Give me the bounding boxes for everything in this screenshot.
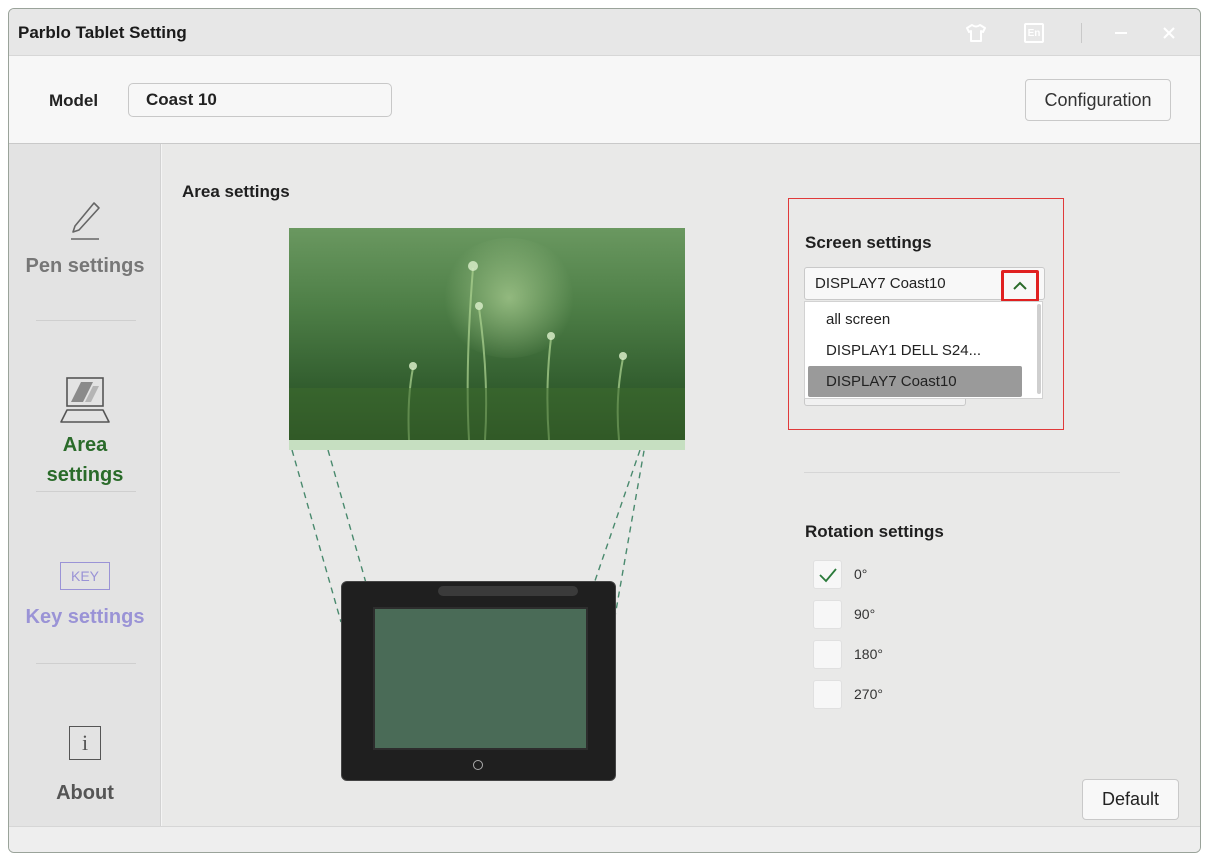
minimize-icon[interactable] [1109,21,1133,45]
screen-option-display1[interactable]: DISPLAY1 DELL S24... [808,335,1022,366]
close-icon[interactable] [1157,21,1181,45]
tablet-logo [473,760,483,770]
tablet-active-area [373,607,588,750]
key-icon: KEY [9,562,161,602]
window-title: Parblo Tablet Setting [18,23,187,42]
wallpaper-plants [289,261,685,440]
language-icon[interactable]: En [1022,21,1046,45]
model-label: Model [49,91,99,110]
rotation-option-270[interactable]: 270° [813,680,1013,710]
monitor-preview-image [289,228,685,450]
theme-shirt-icon[interactable] [964,21,988,45]
sidebar-divider [36,491,136,492]
rotation-option-180[interactable]: 180° [813,640,1013,670]
key-icon-text: KEY [60,562,110,590]
model-bar: Model Coast 10 Configuration [9,56,1200,144]
rotation-label: 180° [854,646,883,662]
area-settings-panel: Area settings Screen settings DISPLAY7 C… [162,144,1200,826]
sidebar-item-key-settings[interactable]: KEY Key settings [9,562,161,632]
sidebar-divider [36,663,136,664]
screen-settings-title: Screen settings [805,233,932,252]
rotation-label: 0° [854,566,868,582]
sidebar-item-pen-settings[interactable]: Pen settings [9,199,161,281]
title-bar: Parblo Tablet Setting En [9,9,1200,56]
info-icon-text: i [69,726,101,760]
sidebar-item-area-settings[interactable]: Area settings [9,372,161,490]
rotation-checkbox[interactable] [813,640,842,669]
rotation-label: 90° [854,606,876,622]
rotation-option-90[interactable]: 90° [813,600,1013,630]
screen-option-display7[interactable]: DISPLAY7 Coast10 [808,366,1022,397]
rotation-settings-title: Rotation settings [805,522,944,541]
status-bar [9,826,1200,852]
sidebar-item-label-line1: Area [62,434,108,456]
section-divider [804,472,1120,473]
tablet-preview-image [341,581,616,781]
sidebar: Pen settings Area settings KEY Key setti… [9,144,161,826]
screen-dropdown-list: all screen DISPLAY1 DELL S24... DISPLAY7… [804,301,1043,399]
screen-option-all[interactable]: all screen [808,304,1022,335]
sidebar-divider [36,320,136,321]
titlebar-separator [1081,23,1082,43]
rotation-label: 270° [854,686,883,702]
screen-select-value: DISPLAY7 Coast10 [815,275,946,292]
sidebar-item-label: Pen settings [25,255,145,277]
checkmark-icon [818,567,837,582]
dropdown-scrollbar[interactable] [1037,304,1041,394]
sidebar-item-label-line2: settings [46,464,124,486]
rotation-option-0[interactable]: 0° [813,560,1013,590]
language-badge: En [1024,23,1044,43]
default-button[interactable]: Default [1082,779,1179,820]
model-field[interactable]: Coast 10 [128,83,392,117]
configuration-button[interactable]: Configuration [1025,79,1171,121]
rotation-checkbox[interactable] [813,680,842,709]
sidebar-item-about[interactable]: i About [9,726,161,808]
area-icon [9,372,161,430]
sidebar-item-label: Key settings [25,606,145,628]
monitor-taskbar [289,440,685,450]
sidebar-item-label: About [56,782,114,804]
chevron-up-icon[interactable] [1001,270,1039,302]
app-window: Parblo Tablet Setting En Model Coast 10 … [8,8,1201,853]
tablet-pen [438,586,578,596]
rotation-checkbox[interactable] [813,600,842,629]
rotation-checkbox[interactable] [813,560,842,589]
info-icon: i [9,726,161,778]
pen-icon [9,199,161,251]
